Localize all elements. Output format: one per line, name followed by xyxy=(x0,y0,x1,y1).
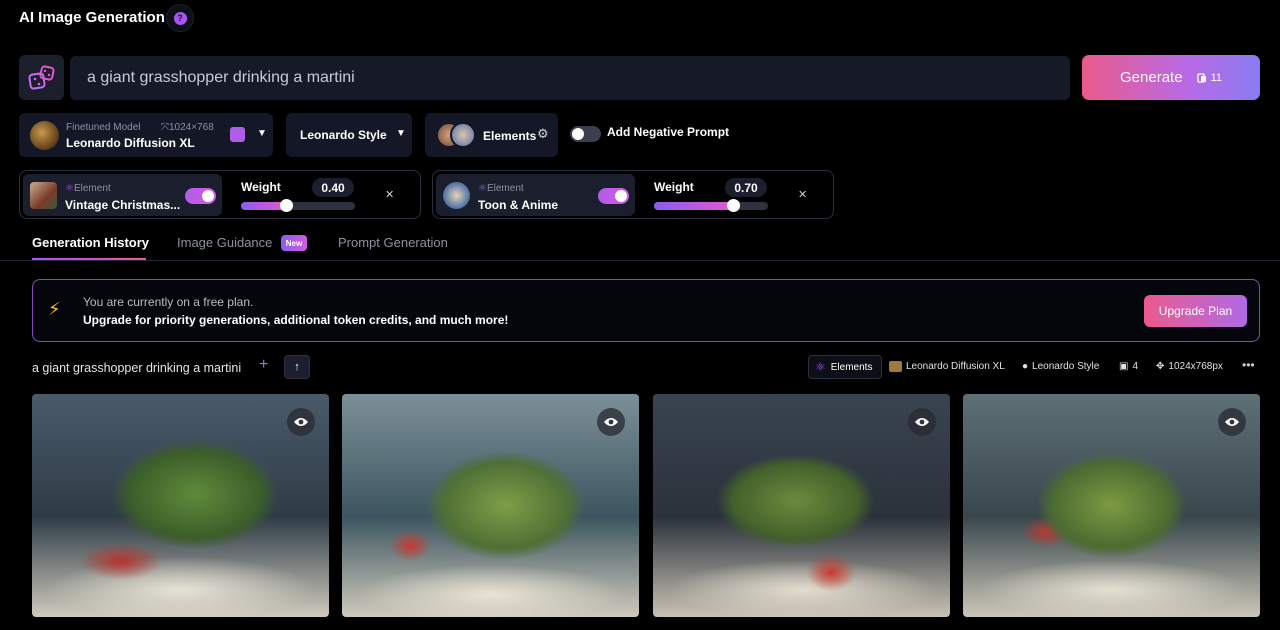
generated-image[interactable] xyxy=(32,394,329,617)
generated-image[interactable] xyxy=(342,394,639,617)
atom-icon: ⚛ xyxy=(815,360,826,374)
model-selector[interactable]: Finetuned Model ⤧1024×768 Leonardo Diffu… xyxy=(19,113,273,157)
style-tag: ● Leonardo Style xyxy=(1022,361,1100,372)
element-caption: ⚛Element xyxy=(65,183,111,194)
weight-slider-handle[interactable] xyxy=(727,199,741,212)
eye-icon[interactable] xyxy=(908,408,936,436)
plus-icon[interactable]: + xyxy=(259,356,268,374)
element-thumbnail xyxy=(30,182,57,209)
tab-prompt-generation[interactable]: Prompt Generation xyxy=(338,235,448,250)
close-icon[interactable]: ✕ xyxy=(385,188,394,201)
help-button[interactable]: ? xyxy=(166,4,194,32)
eye-icon[interactable] xyxy=(287,408,315,436)
chevron-down-icon: ▼ xyxy=(257,128,267,139)
weight-value[interactable]: 0.70 xyxy=(725,178,767,197)
token-icon xyxy=(1196,72,1206,83)
tab-generation-history[interactable]: Generation History xyxy=(32,235,149,250)
element-name: Vintage Christmas... xyxy=(65,198,181,212)
dice-icon xyxy=(27,64,55,90)
weight-value[interactable]: 0.40 xyxy=(312,178,354,197)
eye-icon[interactable] xyxy=(1218,408,1246,436)
tab-image-guidance[interactable]: Image Guidance xyxy=(177,235,272,250)
generated-image[interactable] xyxy=(653,394,950,617)
weight-label: Weight xyxy=(654,180,694,194)
element-weight-panel: ⚛Element Toon & Anime Weight 0.70 ✕ xyxy=(432,170,834,219)
weight-label: Weight xyxy=(241,180,281,194)
drop-icon: ● xyxy=(1022,361,1029,372)
element-weight-panel: ⚛Element Vintage Christmas... Weight 0.4… xyxy=(19,170,421,219)
element-caption: ⚛Element xyxy=(478,183,524,194)
negative-prompt-label: Add Negative Prompt xyxy=(607,125,730,139)
free-plan-banner: ⚡ You are currently on a free plan. Upgr… xyxy=(32,279,1260,342)
question-icon: ? xyxy=(173,11,187,25)
element-card: ⚛Element Toon & Anime xyxy=(436,174,635,216)
style-selector[interactable]: Leonardo Style ▼ xyxy=(286,113,412,157)
size-tag: ✥ 1024x768px xyxy=(1156,361,1223,372)
element-toggle[interactable] xyxy=(185,188,216,204)
model-settings-icon[interactable] xyxy=(230,127,245,142)
close-icon[interactable]: ✕ xyxy=(798,188,807,201)
generate-button[interactable]: Generate 11 xyxy=(1082,55,1260,100)
weight-slider-handle[interactable] xyxy=(280,199,294,212)
elements-label: Elements xyxy=(483,129,537,143)
model-tag: Leonardo Diffusion XL xyxy=(889,361,1005,372)
atom-icon: ⚛ xyxy=(478,183,487,194)
elements-tag[interactable]: ⚛ Elements xyxy=(808,355,882,379)
elements-tag-label: Elements xyxy=(830,361,873,373)
more-options-icon[interactable]: ••• xyxy=(1242,358,1255,372)
model-caption: Finetuned Model xyxy=(66,122,141,133)
gear-icon[interactable]: ⚙ xyxy=(537,126,549,142)
element-toggle[interactable] xyxy=(598,188,629,204)
element-thumbnail xyxy=(443,182,470,209)
banner-line-1: You are currently on a free plan. xyxy=(83,295,254,309)
model-name: Leonardo Diffusion XL xyxy=(66,136,195,150)
upgrade-plan-button[interactable]: Upgrade Plan xyxy=(1144,295,1247,327)
banner-line-2: Upgrade for priority generations, additi… xyxy=(83,313,509,327)
token-cost: 11 xyxy=(1196,71,1222,84)
prompt-input[interactable] xyxy=(70,56,1070,100)
weight-slider[interactable] xyxy=(654,199,768,212)
generation-prompt: a giant grasshopper drinking a martini xyxy=(32,361,242,375)
random-prompt-button[interactable] xyxy=(19,55,64,100)
model-thumbnail xyxy=(30,121,59,150)
generated-image[interactable] xyxy=(963,394,1260,617)
model-thumbnail-icon xyxy=(889,361,902,372)
lightning-icon: ⚡ xyxy=(48,299,61,319)
tab-divider xyxy=(0,260,1280,261)
token-cost-value: 11 xyxy=(1210,71,1222,84)
images-icon: ▣ xyxy=(1119,361,1129,372)
new-badge: New xyxy=(281,235,307,251)
atom-icon: ⚛ xyxy=(65,183,74,194)
element-avatar-icon xyxy=(450,122,476,148)
image-count-tag: ▣ 4 xyxy=(1119,361,1139,372)
chevron-down-icon: ▼ xyxy=(396,128,406,139)
element-name: Toon & Anime xyxy=(478,198,558,212)
model-resolution: ⤧1024×768 xyxy=(161,122,214,133)
negative-prompt-toggle[interactable] xyxy=(570,126,601,142)
elements-button[interactable]: Elements ⚙ xyxy=(425,113,558,157)
resize-icon: ✥ xyxy=(1156,361,1165,372)
element-card: ⚛Element Vintage Christmas... xyxy=(23,174,222,216)
reuse-prompt-button[interactable]: ↑ xyxy=(284,355,310,379)
arrow-up-icon: ↑ xyxy=(294,361,300,373)
page-title: AI Image Generation xyxy=(19,9,165,26)
weight-slider-fill xyxy=(654,202,734,210)
weight-slider[interactable] xyxy=(241,199,355,212)
style-label: Leonardo Style xyxy=(300,128,387,142)
eye-icon[interactable] xyxy=(597,408,625,436)
generate-label: Generate xyxy=(1120,69,1183,86)
